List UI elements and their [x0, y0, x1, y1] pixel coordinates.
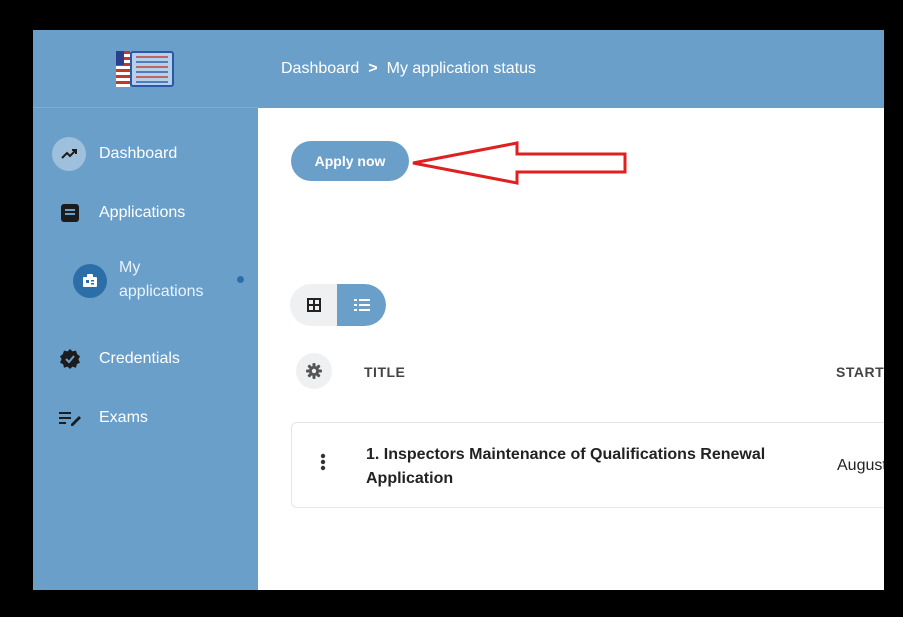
list-icon	[353, 299, 370, 311]
annotation-arrow-icon	[412, 141, 627, 185]
more-vertical-icon[interactable]	[320, 453, 326, 475]
grid-icon	[306, 298, 321, 312]
sidebar-item-label: Credentials	[99, 350, 180, 367]
sidebar: Dashboard Applications My applications C…	[33, 30, 258, 590]
flag-icon	[115, 50, 130, 87]
app-window: Dashboard Applications My applications C…	[33, 30, 884, 590]
row-started-date: August	[837, 457, 884, 474]
verified-badge-icon	[60, 349, 80, 369]
apply-now-button[interactable]: Apply now	[291, 141, 409, 181]
column-header-title[interactable]: TITLE	[364, 364, 405, 380]
breadcrumb-current: My application status	[386, 60, 537, 77]
list-view-button[interactable]	[337, 284, 386, 326]
trending-up-icon	[52, 137, 86, 171]
sidebar-item-label: Dashboard	[99, 145, 178, 162]
column-header-started[interactable]: STARTI	[836, 364, 884, 380]
breadcrumb: Dashboard > My application status	[281, 60, 536, 78]
table-row[interactable]: 1. Inspectors Maintenance of Qualificati…	[291, 422, 884, 508]
logo-area	[33, 30, 258, 108]
sidebar-item-dashboard[interactable]: Dashboard	[33, 137, 258, 171]
breadcrumb-dashboard[interactable]: Dashboard	[281, 60, 359, 78]
sidebar-item-my-applications[interactable]: My applications	[33, 256, 258, 306]
document-icon	[61, 204, 79, 222]
logo[interactable]	[115, 49, 176, 89]
chevron-right-icon: >	[368, 60, 378, 77]
view-toggle	[290, 284, 386, 326]
sidebar-item-label: Exams	[99, 409, 148, 426]
sidebar-item-label: Applications	[99, 204, 186, 221]
id-card-icon	[73, 264, 107, 298]
table-settings-button[interactable]	[296, 353, 332, 389]
grid-view-button[interactable]	[290, 284, 337, 326]
gear-icon	[306, 363, 322, 379]
sidebar-item-applications[interactable]: Applications	[33, 196, 258, 230]
sidebar-item-credentials[interactable]: Credentials	[33, 342, 258, 376]
header: Dashboard > My application status	[258, 30, 884, 108]
active-indicator-dot	[237, 276, 244, 283]
sidebar-item-exams[interactable]: Exams	[33, 401, 258, 435]
edit-list-icon	[59, 410, 81, 426]
row-title: 1. Inspectors Maintenance of Qualificati…	[366, 446, 766, 487]
sidebar-item-label: My applications	[119, 259, 204, 300]
